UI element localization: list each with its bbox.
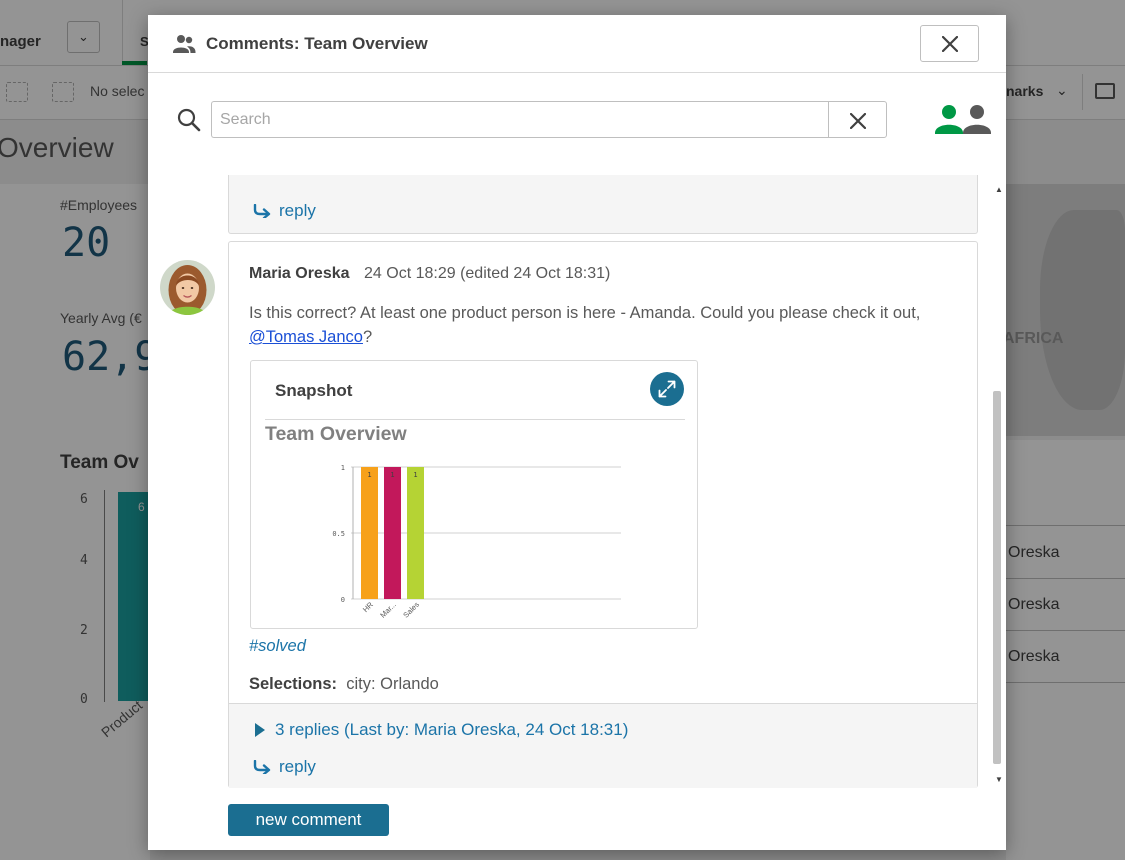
comment-text-body: Is this correct? At least one product pe… bbox=[249, 304, 921, 322]
close-icon bbox=[942, 36, 958, 52]
users-icon bbox=[173, 35, 196, 53]
reply-arrow-icon bbox=[253, 204, 271, 218]
reply-button[interactable]: reply bbox=[253, 201, 316, 221]
show-replies-button[interactable]: 3 replies (Last by: Maria Oreska, 24 Oct… bbox=[255, 720, 628, 740]
snapshot-divider bbox=[265, 419, 685, 420]
category-tick-label: Mar... bbox=[378, 600, 398, 620]
replies-footer: 3 replies (Last by: Maria Oreska, 24 Oct… bbox=[229, 703, 977, 788]
y-tick-label: 0.5 bbox=[332, 530, 345, 538]
scroll-down-icon[interactable]: ▼ bbox=[995, 775, 1003, 784]
new-comment-button[interactable]: new comment bbox=[228, 804, 389, 836]
selections-value: city: Orlando bbox=[346, 675, 439, 693]
chart-bar-hr bbox=[361, 467, 378, 599]
user-filter-icon[interactable] bbox=[933, 103, 995, 135]
bar-data-label: 1 bbox=[390, 471, 394, 479]
user-mention-link[interactable]: @Tomas Janco bbox=[249, 328, 363, 346]
avatar bbox=[160, 260, 215, 315]
scroll-up-icon[interactable]: ▲ bbox=[995, 185, 1003, 194]
snapshot-card[interactable]: Snapshot Team Overview 1 0.5 0 1 HR 1 Mar... 1 S… bbox=[250, 360, 698, 629]
snapshot-chart-title: Team Overview bbox=[265, 423, 407, 445]
reply-button[interactable]: reply bbox=[253, 757, 316, 777]
previous-comment-footer: reply bbox=[228, 175, 978, 234]
y-tick-label: 1 bbox=[341, 464, 345, 472]
category-tick-label: Sales bbox=[401, 600, 421, 620]
clear-search-button[interactable] bbox=[828, 101, 887, 138]
bar-data-label: 1 bbox=[367, 471, 371, 479]
dialog-title: Comments: Team Overview bbox=[206, 34, 428, 53]
reply-label: reply bbox=[279, 201, 316, 220]
chart-bar-sales bbox=[407, 467, 424, 599]
comment-author: Maria Oreska bbox=[249, 265, 350, 282]
expand-icon bbox=[658, 380, 676, 398]
comment-selections: Selections: city: Orlando bbox=[249, 675, 439, 694]
reply-arrow-icon bbox=[253, 760, 271, 774]
snapshot-label: Snapshot bbox=[275, 381, 353, 400]
close-button[interactable] bbox=[920, 25, 979, 62]
chart-bar-mar bbox=[384, 467, 401, 599]
comment-tag[interactable]: #solved bbox=[249, 637, 306, 656]
category-tick-label: HR bbox=[361, 600, 375, 614]
y-tick-label: 0 bbox=[341, 596, 345, 604]
caret-right-icon bbox=[255, 723, 265, 737]
close-icon bbox=[850, 113, 866, 129]
comment-card: Maria Oreska 24 Oct 18:29 (edited 24 Oct… bbox=[228, 241, 978, 788]
search-input[interactable] bbox=[211, 101, 828, 138]
comment-text: Is this correct? At least one product pe… bbox=[249, 301, 959, 349]
reply-label: reply bbox=[279, 757, 316, 776]
comments-dialog: Comments: Team Overview reply bbox=[148, 15, 1006, 850]
bar-data-label: 1 bbox=[413, 471, 417, 479]
replies-summary: 3 replies (Last by: Maria Oreska, 24 Oct… bbox=[275, 720, 629, 739]
search-icon bbox=[177, 108, 201, 132]
dialog-header: Comments: Team Overview bbox=[148, 15, 1006, 73]
expand-snapshot-button[interactable] bbox=[650, 372, 684, 406]
selections-label: Selections: bbox=[249, 675, 338, 693]
snapshot-bar-chart: 1 0.5 0 1 HR 1 Mar... 1 Sales bbox=[332, 464, 621, 620]
comment-timestamp: 24 Oct 18:29 (edited 24 Oct 18:31) bbox=[364, 265, 611, 282]
comment-text-end: ? bbox=[362, 328, 373, 346]
scrollbar-thumb[interactable] bbox=[993, 391, 1001, 764]
